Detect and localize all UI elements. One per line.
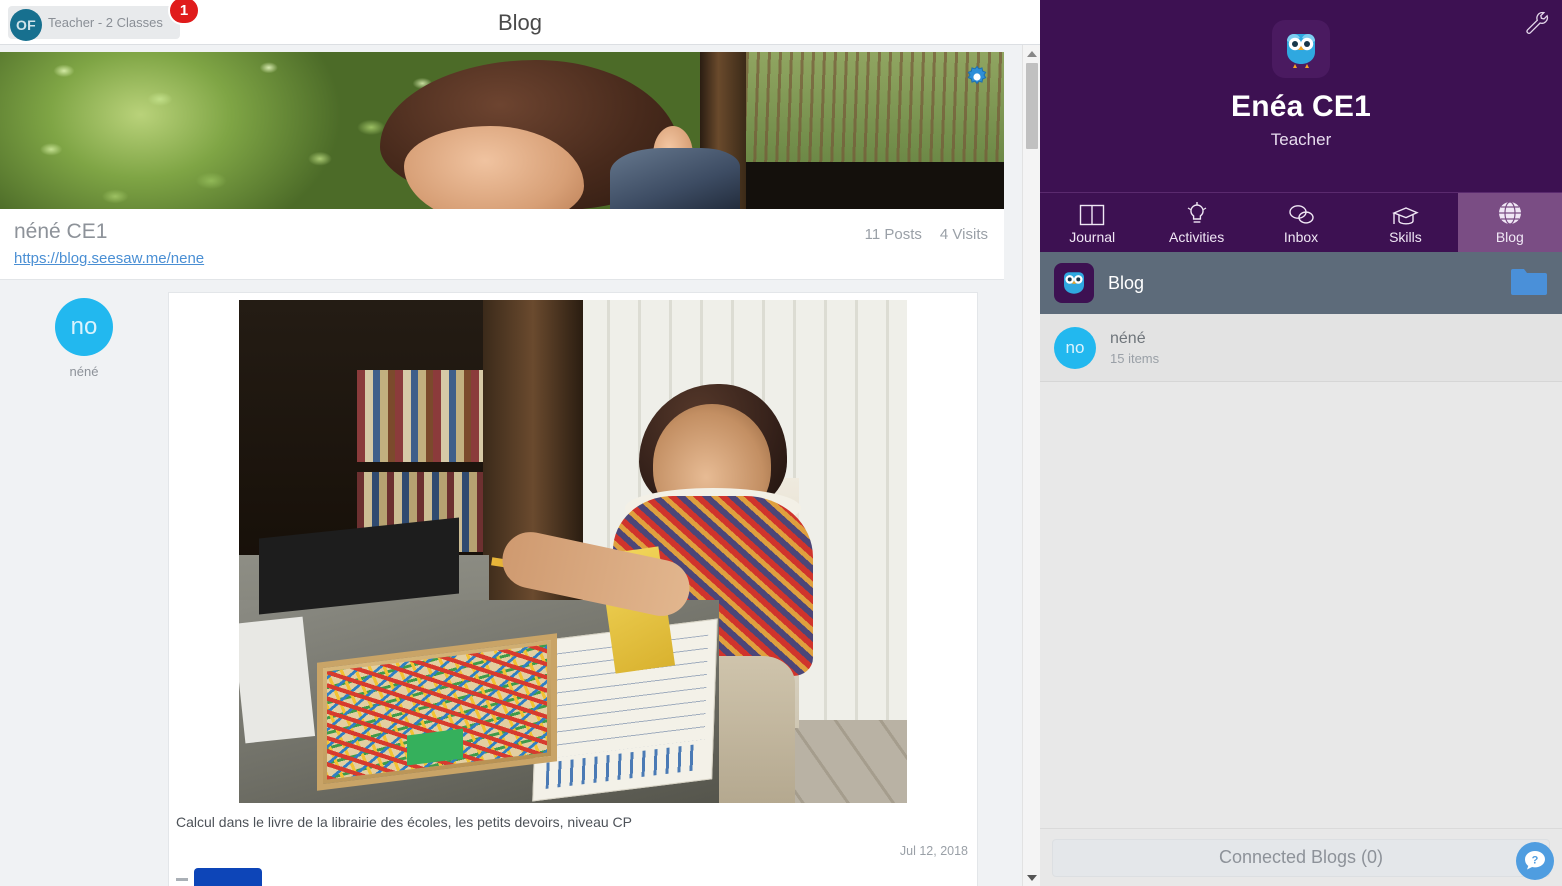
- folder-icon[interactable]: [1510, 266, 1548, 301]
- owl-logo-icon: [1272, 20, 1330, 78]
- scroll-up-arrow-icon[interactable]: [1023, 45, 1040, 62]
- list-item[interactable]: no néné 15 items: [1040, 314, 1562, 382]
- blog-visit-count: 4 Visits: [939, 226, 988, 243]
- scroll-down-arrow-icon[interactable]: [1023, 869, 1040, 886]
- help-icon[interactable]: ?: [1516, 842, 1554, 880]
- blog-folder-label: Blog: [1108, 272, 1145, 293]
- blog-scroll-area: néné CE1 https://blog.seesaw.me/nene 11 …: [0, 45, 1022, 886]
- sidebar-header: Enéa CE1 Teacher: [1040, 0, 1562, 192]
- post-actions: [169, 868, 977, 886]
- wrench-icon[interactable]: [1522, 8, 1552, 38]
- post-author-name: néné: [69, 364, 99, 379]
- book-icon: [1079, 200, 1105, 226]
- sidebar-subtitle: Teacher: [1270, 130, 1332, 149]
- gear-icon[interactable]: [964, 64, 990, 90]
- blog-stats: 11 Posts 4 Visits: [865, 226, 988, 243]
- teacher-avatar: OF: [10, 9, 42, 41]
- tab-skills-label: Skills: [1389, 229, 1422, 245]
- tab-journal-label: Journal: [1069, 229, 1116, 245]
- student-info: néné 15 items: [1110, 330, 1159, 366]
- sidebar: Enéa CE1 Teacher Journal Activities Inbo…: [1040, 0, 1562, 886]
- post-action-placeholder: [176, 877, 188, 881]
- class-selector-label: Teacher - 2 Classes: [48, 15, 163, 30]
- blog-post-count: 11 Posts: [864, 226, 922, 243]
- tab-blog[interactable]: Blog: [1457, 193, 1562, 252]
- tab-journal[interactable]: Journal: [1040, 193, 1144, 252]
- post-date: Jul 12, 2018: [899, 844, 968, 858]
- blog-banner-photo: [0, 52, 1004, 209]
- class-selector-chip[interactable]: OF Teacher - 2 Classes: [8, 6, 180, 41]
- avatar[interactable]: no: [55, 298, 113, 356]
- tab-blog-label: Blog: [1495, 229, 1524, 245]
- blog-name: néné CE1: [14, 220, 108, 243]
- tab-inbox-label: Inbox: [1283, 229, 1319, 245]
- globe-icon: [1497, 200, 1523, 226]
- tab-activities-label: Activities: [1168, 229, 1225, 245]
- top-bar: Blog OF Teacher - 2 Classes 1: [0, 0, 1040, 45]
- avatar: no: [1054, 326, 1096, 369]
- chat-bubbles-icon: [1287, 200, 1315, 226]
- student-name: néné: [1110, 329, 1146, 347]
- tab-skills[interactable]: Skills: [1353, 193, 1457, 252]
- post-author: no néné: [0, 292, 168, 886]
- post-card: Calcul dans le livre de la librairie des…: [168, 292, 978, 886]
- lightbulb-icon: [1186, 200, 1208, 226]
- graduation-cap-icon: [1391, 200, 1420, 226]
- post-action-button[interactable]: [194, 868, 262, 886]
- notification-badge[interactable]: 1: [168, 0, 200, 25]
- scrollbar-thumb[interactable]: [1026, 63, 1038, 149]
- post-photo[interactable]: [239, 300, 907, 803]
- blog-post: no néné Calcul dans le livre de la libra…: [0, 280, 1004, 886]
- connected-blogs-button[interactable]: Connected Blogs (0): [1052, 838, 1550, 877]
- blog-folder-row[interactable]: Blog: [1040, 252, 1562, 314]
- post-caption: Calcul dans le livre de la librairie des…: [176, 814, 632, 830]
- sidebar-nav-tabs: Journal Activities Inbox Skills Blog: [1040, 192, 1562, 252]
- tab-inbox[interactable]: Inbox: [1249, 193, 1353, 252]
- app-root: Blog OF Teacher - 2 Classes 1 néné CE1 h…: [0, 0, 1562, 886]
- main-pane: Blog OF Teacher - 2 Classes 1 néné CE1 h…: [0, 0, 1040, 886]
- blog-url-link[interactable]: https://blog.seesaw.me/nene: [14, 250, 204, 267]
- student-item-count: 15 items: [1110, 350, 1160, 366]
- vertical-scrollbar[interactable]: [1022, 45, 1040, 886]
- sidebar-empty-area: [1040, 382, 1562, 828]
- blog-info-bar: néné CE1 https://blog.seesaw.me/nene 11 …: [0, 209, 1004, 280]
- tab-activities[interactable]: Activities: [1144, 193, 1248, 252]
- svg-text:?: ?: [1532, 855, 1539, 867]
- owl-thumbnail-icon: [1054, 263, 1094, 303]
- blog-banner: [0, 52, 1004, 209]
- sidebar-title: Enéa CE1: [1231, 90, 1371, 123]
- sidebar-footer: Connected Blogs (0) ?: [1040, 828, 1562, 886]
